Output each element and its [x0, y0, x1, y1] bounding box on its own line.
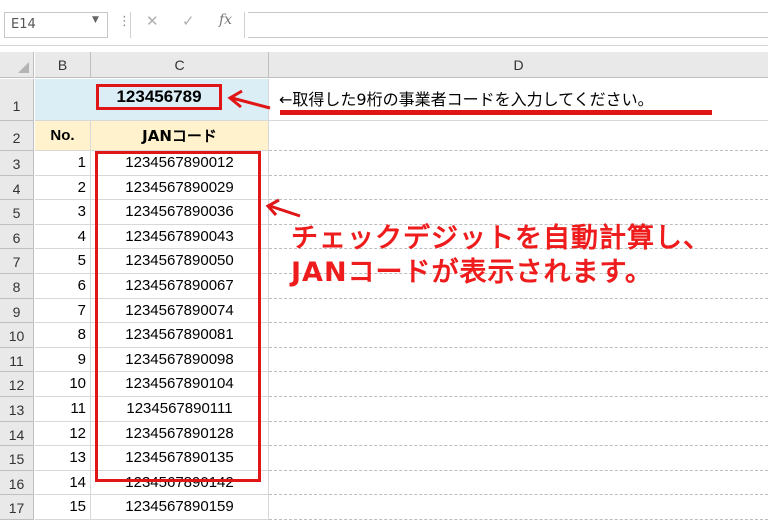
cell-d4[interactable]	[269, 176, 768, 201]
row-header-11[interactable]: 11	[0, 347, 34, 373]
cell-d10[interactable]	[269, 323, 768, 348]
select-all-triangle-icon	[18, 62, 29, 73]
cell-d15[interactable]	[269, 446, 768, 471]
row-header-6[interactable]: 6	[0, 224, 34, 250]
instruction-text: ←取得した9桁の事業者コードを入力してください。	[279, 90, 654, 109]
row-header-9[interactable]: 9	[0, 298, 34, 324]
cell-d11[interactable]	[269, 348, 768, 373]
cell-d17[interactable]	[269, 495, 768, 520]
cell-d14[interactable]	[269, 422, 768, 447]
row-header-12[interactable]: 12	[0, 372, 34, 397]
row-header-1[interactable]: 1	[0, 79, 34, 121]
item-number-cell[interactable]: 12	[35, 421, 91, 447]
item-number-cell[interactable]: 1	[35, 151, 91, 176]
item-number-cell[interactable]: 3	[35, 200, 91, 225]
header-jan-cell[interactable]: JANコード	[91, 121, 269, 151]
formula-input[interactable]	[248, 12, 768, 38]
insert-function-button[interactable]: fx	[219, 12, 232, 28]
row-header-2[interactable]: 2	[0, 121, 34, 151]
item-number-cell[interactable]: 10	[35, 372, 91, 397]
divider	[130, 12, 131, 38]
row-header-14[interactable]: 14	[0, 421, 34, 447]
header-no-cell[interactable]: No.	[35, 121, 91, 151]
item-number-cell[interactable]: 4	[35, 224, 91, 250]
item-number-cell[interactable]: 11	[35, 397, 91, 422]
row-header-10[interactable]: 10	[0, 323, 34, 348]
column-header-c[interactable]: C	[91, 52, 269, 78]
cell-d3[interactable]	[269, 151, 768, 176]
callout-line-2: JANコードが表示されます。	[291, 257, 653, 288]
item-number-cell[interactable]: 5	[35, 249, 91, 274]
item-number-cell[interactable]: 7	[35, 298, 91, 324]
row-header-3[interactable]: 3	[0, 151, 34, 176]
column-header-b[interactable]: B	[35, 52, 91, 78]
enter-icon[interactable]: ✓	[182, 12, 195, 30]
cancel-icon[interactable]: ✕	[146, 12, 159, 30]
item-number-cell[interactable]: 15	[35, 495, 91, 520]
item-number-cell[interactable]: 9	[35, 347, 91, 373]
row-header-4[interactable]: 4	[0, 175, 34, 201]
item-number-cell[interactable]: 2	[35, 175, 91, 201]
row-header-16[interactable]: 16	[0, 470, 34, 496]
column-header-d[interactable]: D	[269, 52, 768, 78]
row-header-13[interactable]: 13	[0, 397, 34, 422]
cell-d12[interactable]	[269, 372, 768, 397]
divider	[244, 12, 245, 38]
chevron-down-icon[interactable]: ▼	[92, 15, 99, 25]
company-code-cell[interactable]: 123456789	[96, 84, 222, 110]
item-number-cell[interactable]: 13	[35, 446, 91, 471]
jan-code-highlight-box	[95, 151, 261, 482]
callout-text: チェックデジットを自動計算し、 JANコードが表示されます。	[291, 222, 768, 290]
cell-d16[interactable]	[269, 471, 768, 496]
cell-d9[interactable]	[269, 299, 768, 324]
row-header-8[interactable]: 8	[0, 274, 34, 299]
row-header-17[interactable]: 17	[0, 495, 34, 520]
arrow-left-icon	[265, 198, 301, 218]
cell-d2[interactable]	[269, 121, 768, 151]
row-header-5[interactable]: 5	[0, 200, 34, 225]
item-number-cell[interactable]: 14	[35, 470, 91, 496]
item-number-cell[interactable]: 6	[35, 274, 91, 299]
instruction-underline	[280, 110, 712, 115]
cell-d13[interactable]	[269, 397, 768, 422]
row-header-15[interactable]: 15	[0, 446, 34, 471]
arrow-left-icon	[227, 89, 271, 110]
jan-code-cell[interactable]: 1234567890159	[91, 495, 269, 520]
item-number-cell[interactable]: 8	[35, 323, 91, 348]
row-header-7[interactable]: 7	[0, 249, 34, 274]
callout-line-1: チェックデジットを自動計算し、	[291, 223, 711, 254]
